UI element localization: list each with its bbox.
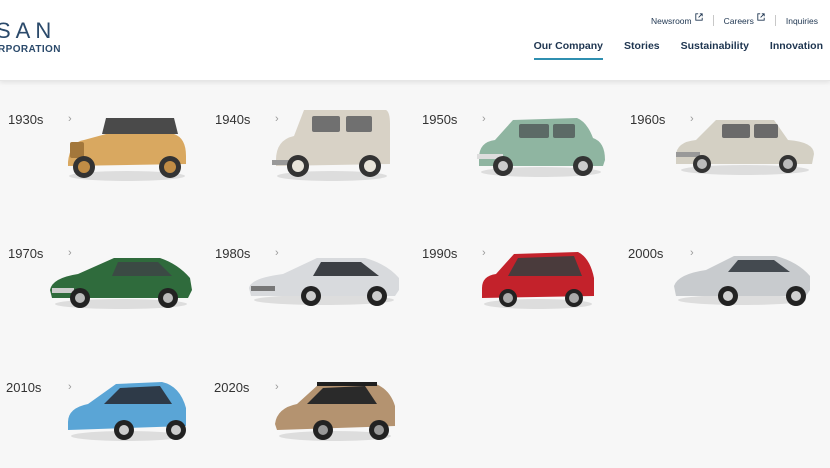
suv-icon[interactable] (273, 378, 397, 444)
nav-stories[interactable]: Stories (624, 40, 660, 60)
decade-label-2010s[interactable]: 2010s (6, 380, 41, 395)
decade-label-1930s[interactable]: 1930s (8, 112, 43, 127)
decade-label-1970s[interactable]: 1970s (8, 246, 43, 261)
external-link-icon (757, 12, 765, 21)
external-link-icon (694, 12, 703, 21)
sedan-icon[interactable] (674, 114, 816, 178)
logo-wordmark[interactable]: SAN (0, 18, 56, 44)
inquiries-label: Inquiries (785, 15, 818, 26)
separator (712, 15, 714, 26)
decade-label-1950s[interactable]: 1950s (422, 112, 457, 127)
decade-label-1980s[interactable]: 1980s (215, 246, 250, 261)
decade-label-1960s[interactable]: 1960s (630, 112, 665, 127)
sports-car-icon[interactable] (247, 254, 402, 308)
roadster-icon[interactable] (62, 112, 192, 184)
newsroom-link[interactable]: Newsroom (651, 12, 703, 26)
hatchback-icon[interactable] (64, 378, 190, 444)
nav-innovation[interactable]: Innovation (770, 40, 823, 60)
inquiries-link[interactable]: Inquiries (786, 16, 818, 26)
separator (774, 15, 776, 26)
decade-label-2000s[interactable]: 2000s (628, 246, 663, 261)
sports-car-icon[interactable] (672, 252, 812, 308)
utility-nav: Newsroom Careers Inquiries (651, 12, 818, 26)
decade-label-2020s[interactable]: 2020s (214, 380, 249, 395)
hatchback-icon[interactable] (478, 248, 598, 312)
logo-subtitle: RPORATION (0, 44, 61, 55)
careers-label: Careers (723, 15, 754, 26)
main-nav: Our Company Stories Sustainability Innov… (513, 40, 823, 60)
site-header: SAN RPORATION Newsroom Careers Inquiries… (0, 0, 830, 81)
decade-label-1990s[interactable]: 1990s (422, 246, 457, 261)
sedan-icon[interactable] (475, 112, 607, 180)
careers-link[interactable]: Careers (723, 12, 765, 26)
nav-sustainability[interactable]: Sustainability (681, 40, 749, 60)
nav-our-company[interactable]: Our Company (533, 40, 604, 60)
compact-car-icon[interactable] (270, 104, 395, 184)
sports-car-icon[interactable] (48, 252, 194, 312)
decade-label-1940s[interactable]: 1940s (215, 112, 250, 127)
newsroom-label: Newsroom (651, 15, 692, 26)
